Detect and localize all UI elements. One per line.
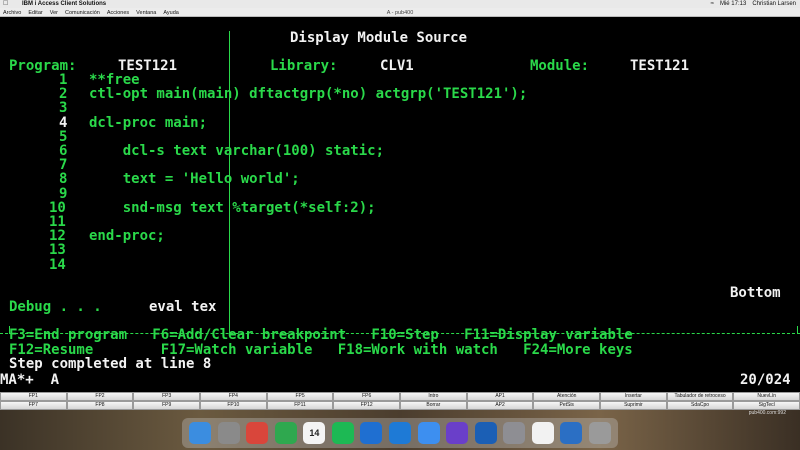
fkey-button[interactable]: FP6 — [333, 392, 401, 401]
launchpad-icon[interactable] — [217, 422, 240, 444]
source-line-text: text = 'Hello world'; — [89, 171, 300, 188]
debug-command-input[interactable]: eval tex — [149, 300, 216, 314]
fkey-button[interactable]: FP8 — [66, 401, 134, 410]
calendar-icon[interactable]: 14 — [303, 422, 326, 444]
fkey-button[interactable]: AP2 — [466, 401, 534, 410]
fkey-button[interactable]: Insertar — [600, 392, 667, 401]
program-value: TEST121 — [118, 58, 178, 74]
source-line-number: 12 — [49, 228, 66, 245]
fkey-button[interactable]: Intro — [400, 392, 467, 401]
source-line-number: 9 — [59, 185, 68, 202]
fkey-button[interactable]: FP3 — [133, 392, 201, 401]
source-line-number: 3 — [59, 100, 68, 117]
fkey-row-1: FP1 FP2 FP3 FP4 FP5 FP6 Intro AP1 Atención Insert… — [0, 392, 800, 401]
module-label: Module: — [530, 58, 590, 74]
app-menu-bar: Archivo Editar Ver Comunicación Acciones Vent… — [0, 8, 800, 17]
settings-icon[interactable] — [503, 422, 526, 444]
module-value: TEST121 — [630, 58, 690, 74]
debug-label: Debug . . . — [9, 299, 102, 315]
finder-icon[interactable] — [189, 422, 212, 444]
function-key-toolbar: FP1 FP2 FP3 FP4 FP5 FP6 Intro AP1 Atención Insert… — [0, 392, 800, 410]
status-message: Step completed at line 8 — [9, 356, 212, 372]
source-line-number: 5 — [59, 128, 68, 145]
ibm-icon[interactable] — [474, 422, 497, 444]
library-value: CLV1 — [380, 58, 414, 74]
fkey-button[interactable]: NuevLín — [733, 392, 800, 401]
vscode-icon[interactable] — [388, 422, 411, 444]
bottom-indicator: Bottom — [730, 285, 781, 301]
source-line-text: dcl-proc main; — [89, 114, 208, 131]
fkey-row-2: FP7 FP8 FP9 FP10 FP11 FP12 Borrar AP2 PetSis Supr… — [0, 401, 800, 410]
spotify-icon[interactable] — [331, 422, 354, 444]
fkey-button[interactable]: FP7 — [0, 401, 67, 410]
fkey-button[interactable]: Atención — [533, 392, 601, 401]
wifi-icon[interactable]: ≈ — [711, 0, 714, 8]
fkey-button[interactable]: Tabulador de retroceso — [666, 392, 734, 401]
source-line-number: 6 — [59, 143, 68, 159]
macos-dock: 14 — [182, 418, 618, 448]
chrome-icon[interactable] — [246, 422, 269, 444]
source-line-text: ctl-opt main(main) dftactgrp(*no) actgrp… — [89, 86, 528, 103]
fkey-button[interactable]: FP4 — [200, 392, 267, 401]
menubar-status: ≈ Mié 17:13 Christian Larsen — [711, 0, 796, 8]
fkey-button[interactable]: FP10 — [200, 401, 267, 410]
window-title: A - pub400 — [386, 10, 414, 16]
fkey-button[interactable]: SdaCpo — [666, 401, 734, 410]
fkey-button[interactable]: Borrar — [400, 401, 467, 410]
menubar-app-name[interactable]: IBM i Access Client Solutions — [22, 0, 106, 8]
source-line-text: dcl-s text varchar(100) static; — [89, 143, 385, 159]
separator-tick — [797, 326, 798, 334]
function-keys-line-1: F3=End program F6=Add/Clear breakpoint F… — [9, 327, 633, 343]
fkey-button[interactable]: FP12 — [333, 401, 401, 410]
trash-icon[interactable] — [588, 422, 611, 444]
source-line-text: snd-msg text %target(*self:2); — [89, 199, 376, 216]
menubar-clock[interactable]: Mié 17:13 — [720, 0, 746, 8]
host-status: pub400.com:992 — [748, 410, 786, 416]
source-line-number: 7 — [59, 157, 68, 174]
program-label: Program: — [9, 58, 77, 74]
fkey-button[interactable]: SigTecl — [733, 401, 800, 410]
fkey-button[interactable]: FP9 — [133, 401, 201, 410]
fkey-button[interactable]: FP11 — [266, 401, 334, 410]
fkey-button[interactable]: Suprimir — [600, 401, 667, 410]
fkey-button[interactable]: PetSis — [533, 401, 601, 410]
function-keys-line-2: F12=Resume F17=Watch variable F18=Work w… — [9, 342, 633, 358]
fkey-button[interactable]: FP2 — [66, 392, 134, 401]
source-line-number: 4 — [59, 114, 68, 131]
source-line-number: 14 — [49, 256, 66, 273]
screen-header: Display Module Source — [290, 30, 468, 46]
cursor-column-marker — [229, 31, 230, 333]
fkey-button[interactable]: AP1 — [466, 392, 534, 401]
source-line-number: 1 — [59, 72, 68, 88]
imovie-icon[interactable] — [446, 422, 469, 444]
source-line-text: end-proc; — [89, 228, 165, 245]
macos-menubar:  IBM i Access Client Solutions ≈ Mié 17… — [0, 0, 800, 8]
source-line-number: 8 — [59, 171, 68, 188]
oia-left: MA*+ A — [0, 372, 60, 388]
source-line-number: 10 — [49, 199, 66, 216]
library-label: Library: — [270, 58, 338, 74]
safari-icon[interactable] — [417, 422, 440, 444]
menubar-user[interactable]: Christian Larsen — [752, 0, 796, 8]
apple-icon[interactable]:  — [3, 0, 8, 8]
fkey-button[interactable]: FP1 — [0, 392, 67, 401]
source-line-text: **free — [89, 72, 140, 88]
numbers-icon[interactable] — [274, 422, 297, 444]
source-line-number: 2 — [59, 86, 68, 103]
acs-icon[interactable] — [560, 422, 583, 444]
oia-cursor-position: 20/024 — [740, 372, 791, 388]
terminal-screen[interactable]: Display Module Source Program: TEST121 L… — [0, 18, 800, 392]
source-line-number: 11 — [49, 214, 66, 230]
notes-icon[interactable] — [531, 422, 554, 444]
source-line-number: 13 — [49, 242, 66, 259]
xcode-icon[interactable] — [360, 422, 383, 444]
fkey-button[interactable]: FP5 — [266, 392, 334, 401]
